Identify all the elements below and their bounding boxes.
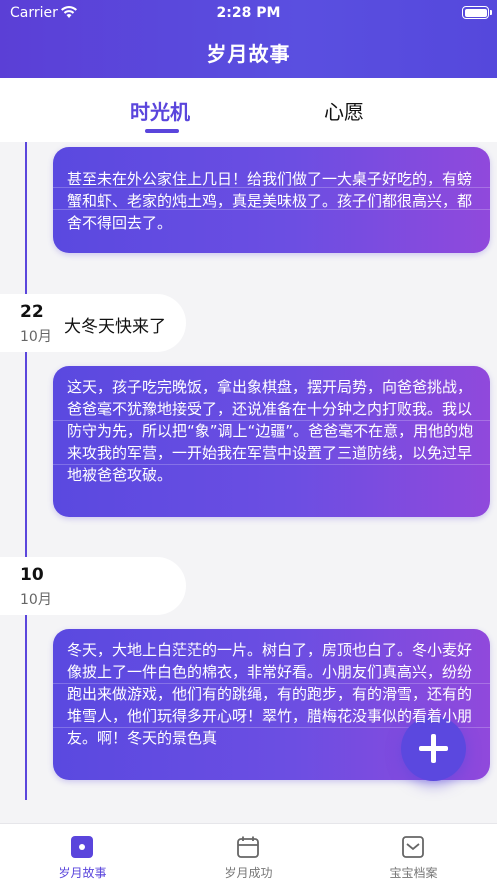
battery-icon [462,6,492,19]
calendar-icon [237,836,259,858]
segment-tabs: 时光机 心愿 [0,78,497,142]
date-header: 22 10月 大冬天快来了 [0,294,186,352]
timeline-line [25,142,27,800]
status-bar: Carrier 2:28 PM [0,0,497,26]
page-title: 岁月故事 [206,42,291,66]
nav-label: 岁月故事 [58,866,107,880]
story-text: 冬天，大地上白茫茫的一片。树白了，房顶也白了。冬小麦好像披上了一件白色的棉衣，非… [67,641,473,747]
nav-tab-stories[interactable]: 岁月故事 [0,824,165,883]
date-day: 10 [20,565,44,585]
tab-wishes[interactable]: 心愿 [324,96,364,125]
archive-icon [402,836,424,858]
clock: 2:28 PM [216,5,281,21]
active-tab-indicator [145,129,179,133]
bottom-nav: 岁月故事 岁月成功 宝宝档案 [0,823,497,883]
story-text: 甚至未在外公家住上几日！给我们做了一大桌子好吃的，有螃蟹和虾、老家的炖土鸡，真是… [67,170,473,232]
nav-label: 宝宝档案 [389,866,438,880]
story-text: 这天，孩子吃完晚饭，拿出象棋盘，摆开局势，向爸爸挑战，爸爸毫不犹豫地接受了，还说… [67,378,474,484]
story-card[interactable]: 这天，孩子吃完晚饭，拿出象棋盘，摆开局势，向爸爸挑战，爸爸毫不犹豫地接受了，还说… [53,366,490,517]
app-header: Carrier 2:28 PM 岁月故事 [0,0,497,78]
nav-label: 岁月成功 [224,866,273,880]
date-month: 10月 [20,329,52,345]
date-month: 10月 [20,592,52,608]
story-card[interactable]: 甚至未在外公家住上几日！给我们做了一大桌子好吃的，有螃蟹和虾、老家的炖土鸡，真是… [53,147,490,253]
tab-time-machine[interactable]: 时光机 [130,96,190,125]
nav-tab-success[interactable]: 岁月成功 [166,824,331,883]
date-day: 22 [20,302,44,322]
date-header: 10 10月 [0,557,186,615]
story-icon [71,836,93,858]
nav-tab-archive[interactable]: 宝宝档案 [331,824,496,883]
entry-title: 大冬天快来了 [64,317,166,337]
